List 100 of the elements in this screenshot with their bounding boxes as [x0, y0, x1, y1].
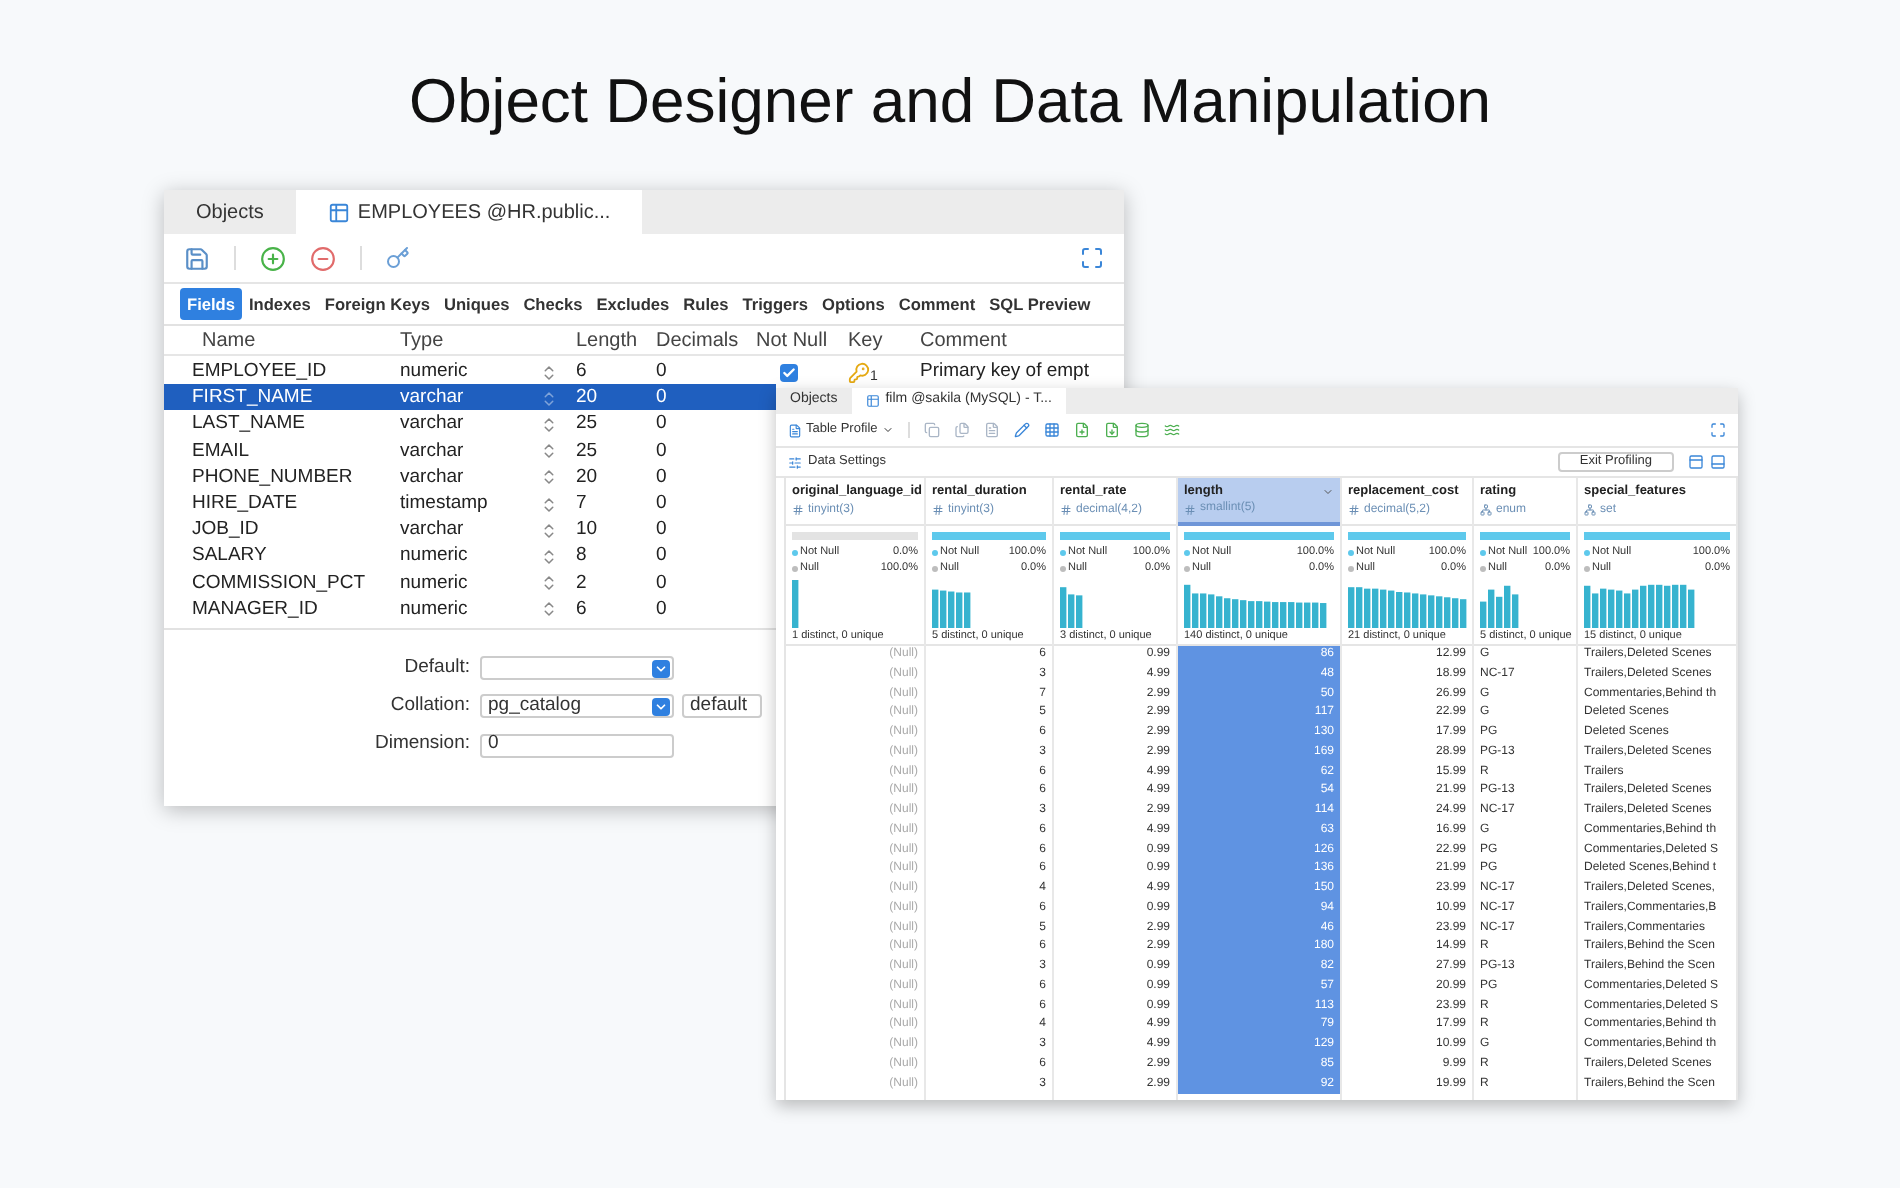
toolbar-icon[interactable]	[953, 422, 970, 438]
toolbar-icon[interactable]	[983, 422, 1000, 438]
column-header: Not Null	[756, 328, 830, 356]
field-row[interactable]: HIRE_DATE timestamp 7 0	[164, 489, 776, 517]
subtab[interactable]: Fields	[180, 287, 242, 321]
branch-icon	[1584, 504, 1596, 517]
branch-icon	[1480, 504, 1492, 517]
fullscreen-icon[interactable]	[1080, 246, 1104, 270]
table-cell-text: 0	[656, 516, 669, 543]
subtab[interactable]: Triggers	[735, 287, 815, 321]
table-cell-text: numeric	[400, 542, 470, 569]
table-cell-text: EMPLOYEE_ID	[192, 358, 329, 385]
table-cell-text: 7	[576, 489, 589, 517]
stepper-icon[interactable]	[540, 574, 558, 593]
save-icon[interactable]	[184, 245, 210, 271]
field-row[interactable]: LAST_NAME varchar 25 0	[164, 410, 776, 438]
field-row[interactable]: JOB_ID varchar 10 0	[164, 516, 776, 543]
hash-icon	[932, 504, 944, 517]
panel-bottom-icon[interactable]	[1710, 454, 1726, 470]
histogram-drawing	[1184, 579, 1328, 627]
table-cell-text: 0	[656, 595, 669, 622]
null-ratio-bar	[1348, 532, 1466, 540]
table-cell-text: 25	[576, 437, 600, 464]
field-row[interactable]: FIRST_NAME varchar 20 0	[164, 384, 776, 411]
document-icon	[788, 423, 802, 437]
toolbar-icon[interactable]	[1043, 422, 1060, 438]
table-cell-text: 0	[656, 569, 669, 596]
table-cell-text: varchar	[400, 384, 466, 411]
stepper-icon[interactable]	[540, 547, 558, 566]
table-icon	[327, 201, 350, 223]
subtab[interactable]: Checks	[516, 287, 590, 321]
caret-icon[interactable]	[1322, 485, 1334, 497]
add-icon[interactable]	[260, 245, 286, 271]
table-cell-text: 25	[576, 410, 600, 438]
table-cell-text: varchar	[400, 437, 466, 464]
hash-icon	[1060, 504, 1072, 517]
field-row[interactable]: EMAIL varchar 25 0	[164, 437, 776, 464]
subtab[interactable]: Options	[815, 287, 892, 321]
subtab[interactable]: Rules	[676, 287, 736, 321]
toolbar-icon[interactable]	[1073, 422, 1090, 438]
toolbar-icon[interactable]	[1163, 422, 1180, 438]
field-row[interactable]: MANAGER_ID numeric 6 0	[164, 595, 776, 622]
stepper-icon[interactable]	[540, 521, 558, 540]
subtab[interactable]: Indexes	[241, 287, 318, 321]
default-select[interactable]	[480, 656, 674, 680]
stepper-icon[interactable]	[540, 416, 558, 434]
table-cell-text: FIRST_NAME	[192, 384, 315, 411]
table-cell-text: timestamp	[400, 489, 490, 517]
toolbar-icon[interactable]	[1013, 422, 1030, 438]
dimension-field[interactable]: 0	[480, 733, 674, 757]
remove-icon[interactable]	[310, 245, 336, 271]
table-cell-text: varchar	[400, 410, 466, 438]
table-cell-text: SALARY	[192, 542, 269, 569]
field-row[interactable]: COMMISSION_PCT numeric 2 0	[164, 569, 776, 596]
tab[interactable]: EMPLOYEES @HR.public...	[295, 190, 643, 234]
table-cell-text: 0	[656, 358, 669, 385]
stepper-icon[interactable]	[540, 600, 558, 619]
hash-icon	[1348, 504, 1360, 517]
table-cell-text: 0	[656, 437, 669, 464]
stepper-icon[interactable]	[540, 495, 558, 514]
table-cell-text: 20	[576, 384, 600, 411]
field-row[interactable]: PHONE_NUMBER varchar 20 0	[164, 463, 776, 490]
toolbar-icon[interactable]	[1133, 422, 1150, 438]
subtab[interactable]: Comment	[891, 287, 983, 321]
table-cell-text: PHONE_NUMBER	[192, 463, 355, 490]
checkbox[interactable]	[780, 363, 798, 382]
chevron-icon	[652, 659, 670, 677]
histogram-drawing	[1584, 579, 1696, 627]
toolbar-icon[interactable]	[923, 422, 940, 438]
settings-icon[interactable]	[788, 455, 802, 469]
table-cell-text: 20	[576, 463, 600, 490]
field-label: Collation:	[388, 692, 472, 721]
table-cell-text: HIRE_DATE	[192, 489, 300, 517]
subtab[interactable]: Foreign Keys	[317, 287, 437, 321]
panel-top-icon[interactable]	[1688, 454, 1704, 470]
stepper-icon[interactable]	[540, 363, 558, 382]
fullscreen-icon[interactable]	[1710, 422, 1726, 438]
null-ratio-bar	[1480, 532, 1570, 540]
table-cell-text: EMAIL	[192, 437, 252, 464]
collation-select[interactable]: default	[682, 694, 762, 719]
table-cell-text: 2	[576, 569, 589, 596]
stepper-icon[interactable]	[540, 468, 558, 487]
table-cell-text: MANAGER_ID	[192, 595, 320, 622]
hash-icon	[792, 504, 804, 517]
stepper-icon[interactable]	[540, 389, 558, 408]
stepper-icon[interactable]	[540, 442, 558, 461]
toolbar-icon[interactable]	[1103, 422, 1120, 438]
tab[interactable]: Objects	[164, 190, 296, 234]
table-cell-text: LAST_NAME	[192, 410, 307, 438]
collation-select[interactable]: pg_catalog	[480, 694, 674, 719]
caret-icon	[881, 424, 894, 436]
table-cell-text: 6	[576, 358, 589, 385]
subtab[interactable]: SQL Preview	[982, 287, 1098, 321]
field-row[interactable]: SALARY numeric 8 0	[164, 542, 776, 569]
column-header: Key	[848, 328, 885, 356]
subtab[interactable]: Excludes	[589, 287, 677, 321]
subtab[interactable]: Uniques	[436, 287, 517, 321]
key-icon[interactable]	[386, 246, 410, 270]
column-header: Type	[400, 328, 446, 356]
table-cell-text: JOB_ID	[192, 516, 261, 543]
